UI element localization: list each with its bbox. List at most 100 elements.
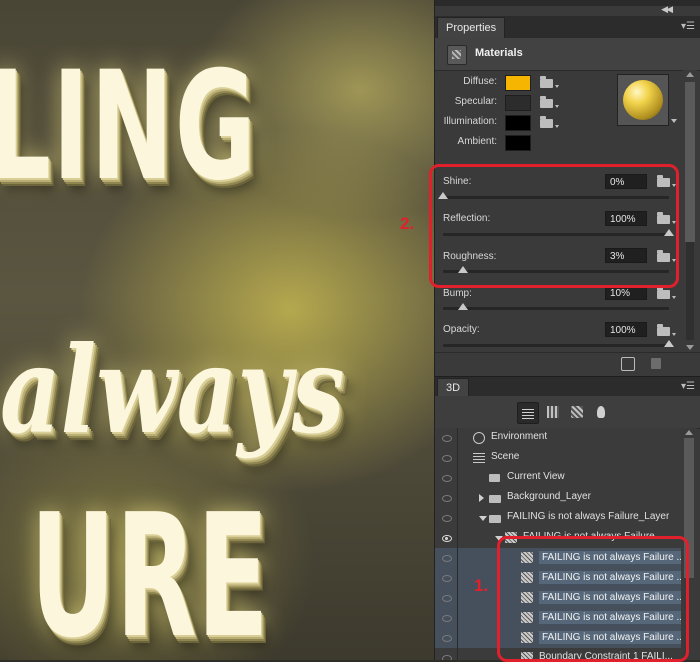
- environment-icon: [473, 432, 485, 444]
- scene-icon: [473, 452, 485, 463]
- panel-dock: ◀◀ Properties ▾☰ Materials Diffuse: Spec…: [429, 0, 700, 662]
- row-divider: [457, 588, 458, 608]
- layer-name: FAILING is not always Failure_Layer: [507, 511, 670, 522]
- layer-row[interactable]: Scene: [435, 448, 681, 469]
- visibility-eye-icon[interactable]: [442, 615, 452, 622]
- row-divider: [457, 568, 458, 588]
- materials-filter-button[interactable]: [567, 402, 587, 422]
- visibility-eye-icon[interactable]: [442, 475, 452, 482]
- material-sphere-icon: [623, 80, 663, 120]
- visibility-eye-icon[interactable]: [442, 555, 452, 562]
- ambient-swatch[interactable]: [505, 135, 531, 151]
- scroll-up-icon[interactable]: [686, 72, 694, 77]
- light-bulb-icon: [597, 406, 605, 418]
- specular-texture-folder-icon[interactable]: [540, 96, 559, 108]
- row-divider: [457, 528, 458, 548]
- ambient-label: Ambient:: [457, 136, 497, 147]
- visibility-eye-icon[interactable]: [442, 515, 452, 522]
- layer-row[interactable]: FAILING is not always Failure_Layer: [435, 508, 681, 529]
- row-divider: [457, 468, 458, 488]
- trash-icon[interactable]: [651, 358, 661, 369]
- callout-highlight-box-1: [497, 536, 689, 662]
- materials-icon: [447, 45, 467, 65]
- collapse-panels-icon[interactable]: ◀◀: [661, 4, 673, 15]
- properties-tab-bar: Properties ▾☰: [435, 16, 700, 39]
- opacity-slider-handle[interactable]: [664, 340, 674, 347]
- canvas-text-bottom: URE: [30, 478, 269, 660]
- properties-scrollbar[interactable]: [683, 70, 697, 352]
- visibility-eye-icon[interactable]: [442, 595, 452, 602]
- panel-menu-icon[interactable]: ▾☰: [681, 21, 695, 32]
- visibility-eye-icon[interactable]: [442, 435, 452, 442]
- tab-properties[interactable]: Properties: [437, 17, 506, 39]
- document-canvas[interactable]: LING always URE: [0, 0, 434, 660]
- materials-properties: Diffuse: Specular: Illumination: Ambient…: [429, 70, 681, 352]
- whole-scene-filter-button[interactable]: [517, 402, 539, 424]
- scroll-thumb[interactable]: [685, 82, 695, 242]
- diffuse-texture-folder-icon[interactable]: [540, 76, 559, 88]
- visibility-eye-icon[interactable]: [442, 495, 452, 502]
- material-preview-picker[interactable]: [617, 74, 677, 126]
- visibility-eye-icon[interactable]: [442, 655, 452, 660]
- bump-slider-handle[interactable]: [458, 303, 469, 310]
- canvas-text-middle: always: [0, 320, 345, 461]
- bump-label: Bump:: [443, 288, 472, 299]
- row-divider: [457, 628, 458, 648]
- diffuse-label: Diffuse:: [463, 76, 497, 87]
- layer-row[interactable]: Background_Layer: [435, 488, 681, 509]
- diffuse-swatch[interactable]: [505, 75, 531, 91]
- materials-title: Materials: [475, 47, 523, 59]
- layer-name: Environment: [491, 431, 548, 442]
- visibility-eye-icon[interactable]: [442, 575, 452, 582]
- reset-icon[interactable]: [621, 357, 635, 371]
- properties-footer: [435, 352, 700, 375]
- scroll-down-icon[interactable]: [686, 345, 694, 350]
- expand-arrow-icon[interactable]: [479, 494, 484, 502]
- callout-highlight-box-2: [429, 164, 679, 288]
- collapse-arrow-icon[interactable]: [479, 516, 487, 521]
- opacity-texture-folder-icon[interactable]: [657, 324, 676, 336]
- row-divider: [457, 648, 458, 660]
- material-filter-icon: [571, 406, 583, 418]
- layer-name: Current View: [507, 471, 565, 482]
- opacity-label: Opacity:: [443, 324, 480, 335]
- layer-name: Background_Layer: [507, 491, 591, 502]
- visibility-eye-icon[interactable]: [442, 635, 452, 642]
- scroll-up-icon[interactable]: [685, 430, 693, 435]
- materials-header: Materials: [435, 38, 700, 71]
- illumination-swatch[interactable]: [505, 115, 531, 131]
- layer-row[interactable]: Current View: [435, 468, 681, 489]
- layer-row[interactable]: Environment: [435, 428, 681, 449]
- callout-number-1: 1.: [474, 576, 489, 595]
- lights-filter-button[interactable]: [591, 402, 611, 422]
- row-divider: [457, 448, 458, 468]
- callout-number-2: 2.: [400, 214, 415, 233]
- chevron-down-icon: [671, 119, 677, 123]
- opacity-slider-track[interactable]: [443, 344, 669, 347]
- row-divider: [457, 488, 458, 508]
- row-divider: [457, 508, 458, 528]
- specular-label: Specular:: [454, 96, 497, 107]
- 3d-filter-toolbar: [435, 396, 700, 429]
- 3d-tab-bar: 3D ▾☰: [435, 376, 700, 398]
- meshes-filter-button[interactable]: [543, 402, 563, 422]
- mesh-filter-icon: [547, 406, 559, 418]
- bump-slider-track[interactable]: [443, 307, 669, 310]
- scene-filter-icon: [522, 407, 534, 419]
- row-divider: [457, 548, 458, 568]
- row-divider: [457, 608, 458, 628]
- illumination-label: Illumination:: [443, 116, 497, 127]
- panel-menu-icon[interactable]: ▾☰: [681, 381, 695, 392]
- specular-swatch[interactable]: [505, 95, 531, 111]
- layer-name: Scene: [491, 451, 520, 462]
- visibility-eye-icon[interactable]: [442, 535, 452, 542]
- camera-icon: [489, 474, 500, 482]
- illumination-texture-folder-icon[interactable]: [540, 116, 559, 128]
- folder-icon: [489, 515, 501, 523]
- opacity-value-field[interactable]: 100%: [605, 322, 647, 337]
- visibility-eye-icon[interactable]: [442, 455, 452, 462]
- bump-texture-folder-icon[interactable]: [657, 287, 676, 299]
- canvas-text-top: LING: [0, 40, 258, 214]
- tab-3d[interactable]: 3D: [437, 378, 470, 398]
- row-divider: [457, 428, 458, 448]
